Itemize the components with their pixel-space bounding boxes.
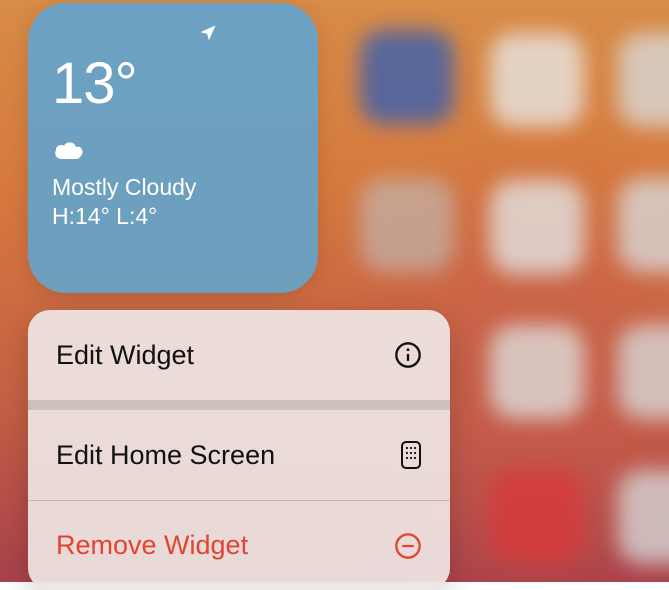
remove-widget-menu-item[interactable]: Remove Widget (28, 500, 450, 590)
blurred-app-icon (618, 33, 669, 127)
menu-item-label: Edit Home Screen (56, 440, 275, 471)
blurred-app-icon (360, 30, 454, 124)
blurred-app-icon (490, 180, 584, 274)
blurred-app-icon (360, 178, 454, 272)
blurred-app-icon (490, 470, 584, 564)
high-low-label: H:14° L:4° (52, 203, 294, 230)
weather-widget[interactable]: 13° Mostly Cloudy H:14° L:4° (28, 3, 318, 293)
blurred-app-icon (490, 33, 584, 127)
location-arrow-icon (198, 23, 218, 48)
temperature-label: 13° (52, 50, 294, 117)
blurred-app-icon (618, 178, 669, 272)
condition-label: Mostly Cloudy (52, 174, 294, 201)
menu-item-label: Remove Widget (56, 530, 248, 561)
edit-widget-menu-item[interactable]: Edit Widget (28, 310, 450, 400)
remove-icon (394, 532, 422, 560)
blurred-app-icon (618, 470, 669, 564)
blurred-app-icon (490, 325, 584, 419)
info-icon (394, 341, 422, 369)
cloud-icon (52, 139, 294, 168)
edit-home-screen-menu-item[interactable]: Edit Home Screen (28, 410, 450, 500)
widget-context-menu: Edit Widget Edit Home Screen (28, 310, 450, 590)
homescreen-icon (400, 440, 422, 470)
menu-item-label: Edit Widget (56, 340, 194, 371)
menu-separator (28, 400, 450, 410)
blurred-app-icon (618, 325, 669, 419)
